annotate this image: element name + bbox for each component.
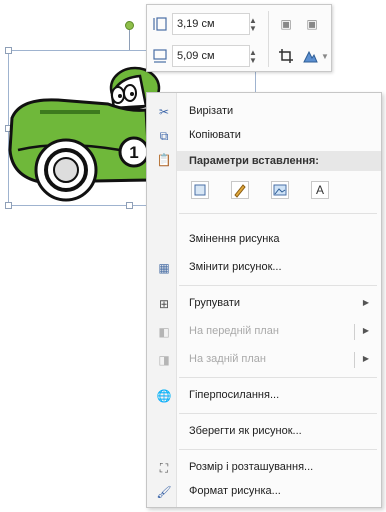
menu-item-group[interactable]: ⊞ Групувати ▶ xyxy=(147,293,381,315)
paste-merge-icon[interactable] xyxy=(231,181,249,199)
shape-width-input[interactable]: 5,09 см xyxy=(172,45,250,67)
format-picture-icon: 🖌 xyxy=(156,485,172,499)
submenu-arrow-icon: ▶ xyxy=(362,298,369,307)
format-picture-label: Формат рисунка... xyxy=(189,485,281,497)
paste-options-label: Параметри вставлення: xyxy=(189,155,319,167)
menu-item-copy[interactable]: ⧉ Копіювати xyxy=(147,125,381,147)
submenu-arrow-icon[interactable]: ▶ xyxy=(363,354,369,363)
send-to-back-icon: ◨ xyxy=(158,353,170,367)
submenu-arrow-icon[interactable]: ▶ xyxy=(363,326,369,335)
change-picture-label: Змінити рисунок... xyxy=(189,261,282,273)
separator xyxy=(179,449,377,450)
resize-handle-top-left[interactable] xyxy=(5,47,12,54)
hyperlink-globe-icon: 🌐 xyxy=(156,389,172,403)
shape-height-input[interactable]: 3,19 см xyxy=(172,13,250,35)
picture-style-icon[interactable] xyxy=(302,48,318,64)
copy-icon: ⧉ xyxy=(159,129,169,143)
menu-item-size-and-position[interactable]: ⛶ Розмір і розташування... xyxy=(147,457,381,479)
copy-label: Копіювати xyxy=(189,129,241,141)
scissors-icon: ✂ xyxy=(158,105,170,119)
paste-keep-source-icon[interactable] xyxy=(191,181,209,199)
send-backward-mini-icon[interactable]: ▣ xyxy=(304,16,320,32)
size-and-position-icon: ⛶ xyxy=(159,461,169,475)
shape-width-icon xyxy=(153,49,167,63)
width-row: 5,09 см ▲ ▼ ▼ xyxy=(147,41,331,71)
bring-to-front-icon: ◧ xyxy=(158,325,170,339)
size-and-position-label: Розмір і розташування... xyxy=(189,461,314,473)
rotation-handle[interactable] xyxy=(125,21,134,30)
document-canvas: 1 3,19 см ▲ ▼ ▣ ▣ 5,09 см ▲ ▼ ▼ ✂ Виріза… xyxy=(0,0,386,512)
paste-text-only-icon[interactable]: A xyxy=(311,181,329,199)
change-picture-header-label: Змінення рисунка xyxy=(189,233,280,245)
menu-item-hyperlink[interactable]: 🌐 Гіперпосилання... xyxy=(147,385,381,407)
menu-item-bring-to-front[interactable]: ◧ На передній план ▶ xyxy=(147,321,381,343)
height-spinner[interactable]: ▲ ▼ xyxy=(248,17,258,33)
change-picture-icon: ▦ xyxy=(158,261,170,275)
height-row: 3,19 см ▲ ▼ ▣ ▣ xyxy=(147,9,331,39)
width-spinner[interactable]: ▲ ▼ xyxy=(248,49,258,65)
menu-item-cut[interactable]: ✂ Вирізати xyxy=(147,101,381,123)
mini-toolbar-separator xyxy=(268,11,269,67)
separator xyxy=(179,285,377,286)
menu-item-change-picture[interactable]: ▦ Змінити рисунок... xyxy=(147,257,381,279)
save-as-picture-label: Зберегти як рисунок... xyxy=(189,425,302,437)
paste-picture-icon[interactable] xyxy=(271,181,289,199)
cut-label: Вирізати xyxy=(189,105,234,117)
menu-item-format-picture[interactable]: 🖌 Формат рисунка... xyxy=(147,481,381,503)
split-divider xyxy=(354,352,355,368)
crop-icon[interactable] xyxy=(278,48,294,64)
bring-to-front-label: На передній план xyxy=(189,325,279,337)
separator xyxy=(179,213,377,214)
shape-height-icon xyxy=(153,17,167,31)
change-picture-header: Змінення рисунка xyxy=(147,229,381,251)
separator xyxy=(179,413,377,414)
mini-toolbar: 3,19 см ▲ ▼ ▣ ▣ 5,09 см ▲ ▼ ▼ xyxy=(146,4,332,72)
resize-handle-middle-left[interactable] xyxy=(5,125,12,132)
paste-options-header: Параметри вставлення: xyxy=(177,151,381,171)
context-menu: ✂ Вирізати ⧉ Копіювати 📋 Параметри встав… xyxy=(146,92,382,508)
paste-clipboard-icon: 📋 xyxy=(156,153,172,167)
group-icon: ⊞ xyxy=(158,297,170,311)
group-label: Групувати xyxy=(189,297,241,309)
bring-forward-mini-icon[interactable]: ▣ xyxy=(278,16,294,32)
menu-item-send-to-back[interactable]: ◨ На задній план ▶ xyxy=(147,349,381,371)
hyperlink-label: Гіперпосилання... xyxy=(189,389,280,401)
resize-handle-bottom-left[interactable] xyxy=(5,202,12,209)
menu-item-save-as-picture[interactable]: Зберегти як рисунок... xyxy=(147,421,381,443)
rotation-handle-line xyxy=(129,30,130,50)
picture-style-dropdown-icon[interactable]: ▼ xyxy=(317,49,333,65)
separator xyxy=(179,377,377,378)
resize-handle-bottom-middle[interactable] xyxy=(126,202,133,209)
split-divider xyxy=(354,324,355,340)
send-to-back-label: На задній план xyxy=(189,353,266,365)
